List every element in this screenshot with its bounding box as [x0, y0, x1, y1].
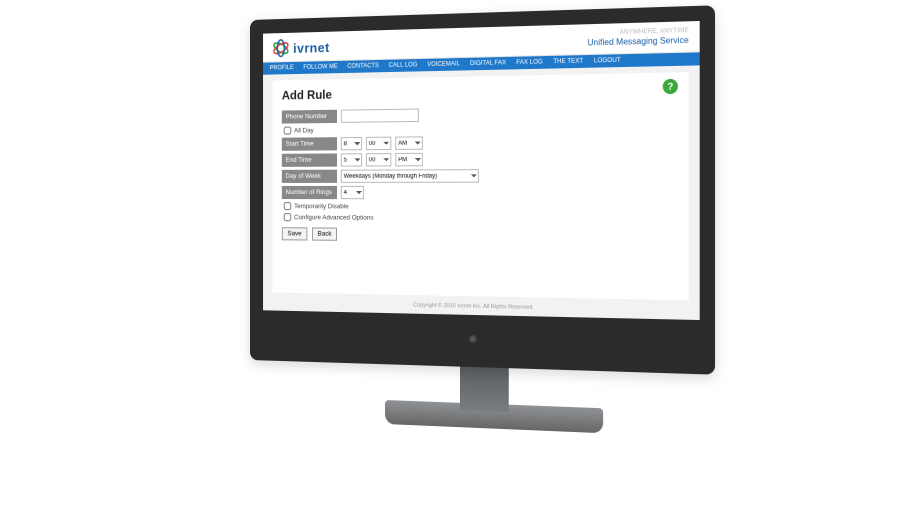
advanced-checkbox[interactable] [284, 213, 292, 221]
nav-follow-me[interactable]: FOLLOW ME [299, 61, 343, 74]
label-dow: Day of Week [282, 170, 337, 183]
row-rings: Number of Rings 4 [282, 186, 678, 200]
label-phone: Phone Number [282, 110, 337, 124]
day-of-week-select[interactable]: Weekdays (Monday through Friday) [341, 169, 479, 183]
row-temp-disable: Temporarily Disable [284, 202, 678, 212]
nav-profile[interactable]: PROFILE [265, 62, 299, 75]
content-area: ? Add Rule Phone Number All Day Start Ti… [272, 72, 688, 300]
row-all-day: All Day [284, 122, 678, 135]
nav-voicemail[interactable]: VOICEMAIL [422, 58, 465, 71]
footer-copyright: Copyright © 2016 Ivrnet Inc. All Rights … [263, 296, 700, 320]
tagline-main: Unified Messaging Service [587, 36, 688, 49]
ivrnet-logo-icon [272, 39, 289, 58]
end-hour-select[interactable]: 5 [341, 153, 362, 166]
start-min-select[interactable]: 00 [366, 137, 391, 151]
page-title: Add Rule [282, 81, 678, 103]
back-button[interactable]: Back [312, 228, 337, 241]
brand-logo: ivrnet [272, 38, 329, 58]
app-screen: ivrnet ANYWHERE, ANYTIME Unified Messagi… [263, 21, 700, 320]
brand-name: ivrnet [293, 39, 330, 55]
rings-select[interactable]: 4 [341, 186, 364, 199]
row-day-of-week: Day of Week Weekdays (Monday through Fri… [282, 168, 678, 183]
webcam-dot [468, 334, 478, 345]
end-ampm-select[interactable]: PM [395, 153, 423, 167]
label-advanced: Configure Advanced Options [294, 214, 373, 222]
label-temp-disable: Temporarily Disable [294, 203, 349, 210]
button-row: Save Back [282, 227, 678, 244]
monitor-bezel: ivrnet ANYWHERE, ANYTIME Unified Messagi… [250, 5, 715, 374]
start-ampm-select[interactable]: AM [395, 136, 423, 150]
row-end-time: End Time 5 00 PM [282, 151, 678, 167]
save-button[interactable]: Save [282, 227, 307, 240]
label-rings: Number of Rings [282, 186, 337, 199]
header-tagline: ANYWHERE, ANYTIME Unified Messaging Serv… [587, 28, 688, 49]
label-all-day: All Day [294, 127, 314, 134]
row-phone: Phone Number [282, 105, 678, 124]
row-start-time: Start Time 8 00 AM [282, 134, 678, 151]
temp-disable-checkbox[interactable] [284, 202, 292, 210]
start-hour-select[interactable]: 8 [341, 137, 362, 150]
nav-fax-log[interactable]: FAX LOG [511, 56, 548, 69]
nav-the-text[interactable]: THE TEXT [548, 55, 589, 69]
all-day-checkbox[interactable] [284, 127, 292, 135]
end-min-select[interactable]: 00 [366, 153, 391, 166]
label-start: Start Time [282, 137, 337, 151]
nav-digital-fax[interactable]: DIGITAL FAX [465, 57, 511, 71]
nav-logout[interactable]: LOGOUT [589, 54, 626, 68]
label-end: End Time [282, 153, 337, 166]
phone-input[interactable] [341, 109, 419, 123]
row-advanced: Configure Advanced Options [284, 213, 678, 223]
nav-call-log[interactable]: CALL LOG [384, 59, 423, 72]
nav-contacts[interactable]: CONTACTS [342, 60, 383, 73]
